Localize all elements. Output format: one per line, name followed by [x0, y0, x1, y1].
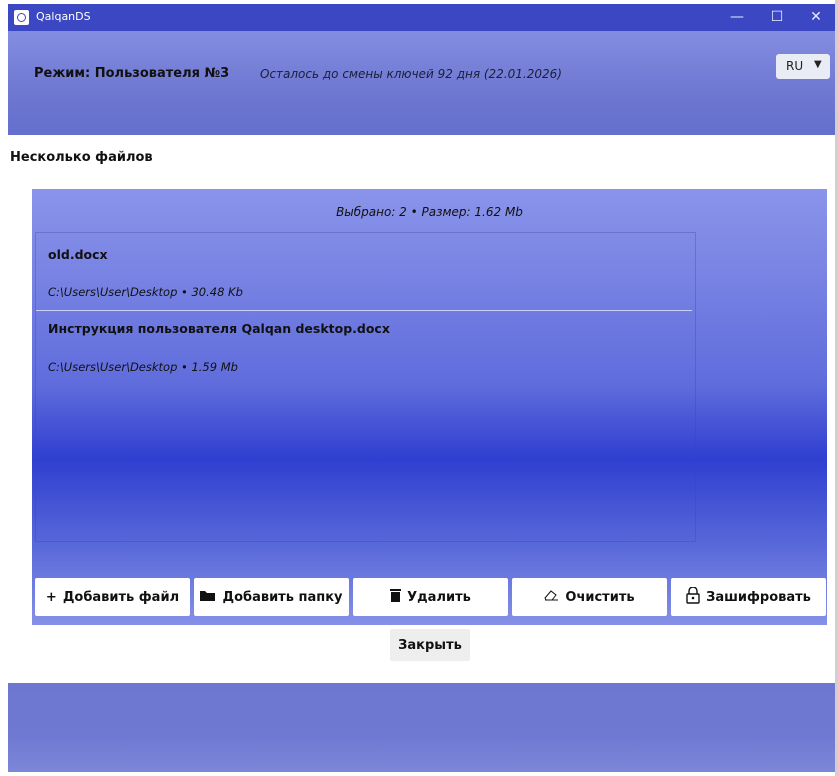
plus-icon: +	[45, 589, 57, 605]
add-folder-button[interactable]: Добавить папку	[194, 578, 349, 616]
file-item[interactable]: Инструкция пользователя Qalqan desktop.d…	[36, 311, 691, 381]
delete-label: Удалить	[407, 589, 471, 605]
maximize-icon[interactable]: ☐	[758, 4, 796, 31]
files-panel: Выбрано: 2 • Размер: 1.62 Mb old.docx C:…	[32, 189, 827, 625]
app-window: QalqanDS — ☐ ✕ Режим: Пользователя №3 Ос…	[8, 4, 835, 772]
dialog-title: Несколько файлов	[10, 150, 153, 165]
window-title: QalqanDS	[36, 10, 91, 23]
encrypt-button[interactable]: Зашифровать	[671, 578, 826, 616]
add-file-button[interactable]: + Добавить файл	[35, 578, 190, 616]
delete-button[interactable]: Удалить	[353, 578, 508, 616]
file-meta: C:\Users\User\Desktop • 30.48 Kb	[48, 285, 243, 299]
selection-summary: Выбрано: 2 • Размер: 1.62 Mb	[336, 205, 523, 219]
clear-button[interactable]: Очистить	[512, 578, 667, 616]
trash-icon	[390, 588, 402, 606]
mode-label: Режим: Пользователя №3	[34, 66, 230, 81]
file-name: Инструкция пользователя Qalqan desktop.d…	[48, 321, 390, 336]
lock-icon	[686, 585, 700, 608]
eraser-icon	[544, 589, 559, 605]
background-area	[8, 683, 835, 772]
header-bar: Режим: Пользователя №3 Осталось до смены…	[8, 31, 835, 135]
key-expiry-label: Осталось до смены ключей 92 дня (22.01.2…	[260, 67, 562, 81]
language-value: RU	[786, 59, 804, 73]
close-window-icon[interactable]: ✕	[797, 4, 835, 31]
clear-label: Очистить	[565, 589, 635, 605]
close-label: Закрыть	[398, 637, 462, 653]
file-item[interactable]: old.docx C:\Users\User\Desktop • 30.48 K…	[36, 233, 691, 310]
language-select[interactable]: RU ▼	[776, 54, 830, 79]
action-buttons: + Добавить файл Добавить папку Удалить О…	[35, 578, 826, 618]
add-file-label: Добавить файл	[62, 589, 180, 605]
multiple-files-dialog: Несколько файлов Выбрано: 2 • Размер: 1.…	[8, 135, 835, 683]
app-logo-icon	[14, 10, 29, 25]
title-bar: QalqanDS — ☐ ✕	[8, 4, 835, 31]
folder-icon	[200, 589, 216, 606]
file-meta: C:\Users\User\Desktop • 1.59 Mb	[48, 360, 238, 374]
add-folder-label: Добавить папку	[222, 589, 343, 605]
encrypt-label: Зашифровать	[706, 589, 811, 605]
file-name: old.docx	[48, 247, 108, 262]
chevron-down-icon: ▼	[814, 59, 822, 70]
close-button[interactable]: Закрыть	[390, 629, 470, 661]
minimize-icon[interactable]: —	[718, 4, 756, 31]
file-list[interactable]: old.docx C:\Users\User\Desktop • 30.48 K…	[35, 232, 696, 542]
